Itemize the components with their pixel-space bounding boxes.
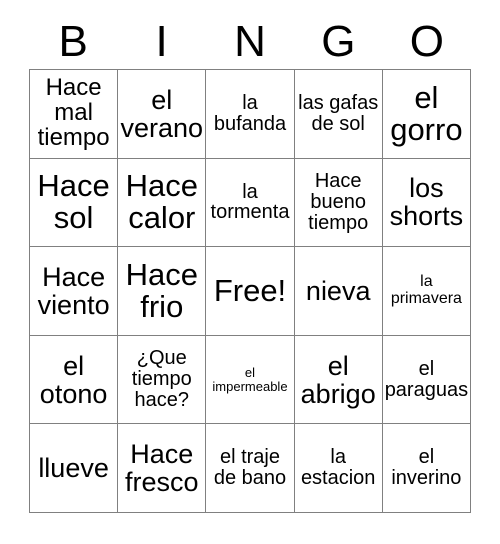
bingo-cell[interactable]: el abrigo xyxy=(294,335,383,425)
bingo-cell-label: el verano xyxy=(120,84,204,143)
bingo-free-space[interactable]: Free! xyxy=(206,247,295,336)
bingo-cell-label: ¿Que tiempo hace? xyxy=(131,347,192,411)
bingo-cell[interactable]: ¿Que tiempo hace? xyxy=(118,335,207,425)
header-letter-b: B xyxy=(58,16,88,66)
bingo-cell[interactable]: Hace mal tiempo xyxy=(30,70,119,159)
bingo-cell-label: los shorts xyxy=(389,173,464,232)
bingo-cell[interactable]: el gorro xyxy=(382,70,471,159)
bingo-cell[interactable]: nieva xyxy=(294,247,383,336)
bingo-cell[interactable]: Hace sol xyxy=(30,158,119,248)
bingo-card: B I N G O Hace mal tiempo el verano la buf… xyxy=(0,0,500,544)
bingo-cell-label: la tormenta xyxy=(210,180,290,224)
bingo-cell-label: Hace viento xyxy=(37,261,110,320)
bingo-cell[interactable]: el inverino xyxy=(382,424,471,513)
bingo-cell[interactable]: la bufanda xyxy=(206,70,295,159)
bingo-cell-label: el otono xyxy=(39,350,108,409)
bingo-cell[interactable]: el impermeable xyxy=(206,335,295,425)
bingo-cell-label: la primavera xyxy=(390,273,462,307)
bingo-cell[interactable]: Hace frio xyxy=(118,247,207,336)
bingo-cell-label: llueve xyxy=(38,453,109,484)
bingo-cell-label: la estacion xyxy=(300,446,376,490)
bingo-cell-label: el abrigo xyxy=(300,350,376,409)
bingo-cell[interactable]: las gafas de sol xyxy=(294,70,383,159)
bingo-cell-label: Free! xyxy=(213,272,287,308)
bingo-cell-label: nieva xyxy=(305,275,371,306)
bingo-cell[interactable]: el traje de bano xyxy=(206,424,295,513)
bingo-cell[interactable]: el paraguas xyxy=(382,335,471,425)
bingo-cell[interactable]: el verano xyxy=(118,70,207,159)
bingo-cell[interactable]: la primavera xyxy=(382,247,471,336)
bingo-cell-label: Hace mal tiempo xyxy=(37,74,110,152)
header-letter-n: N xyxy=(234,16,266,66)
bingo-cell-label: el paraguas xyxy=(384,357,469,401)
bingo-grid: Hace mal tiempo el verano la bufanda las ga… xyxy=(29,69,471,513)
bingo-cell-label: el impermeable xyxy=(212,365,288,394)
bingo-cell-label: el traje de bano xyxy=(213,446,287,490)
bingo-cell-label: el inverino xyxy=(391,446,462,490)
bingo-cell[interactable]: Hace viento xyxy=(30,247,119,336)
bingo-cell[interactable]: Hace calor xyxy=(118,158,207,248)
bingo-cell[interactable]: los shorts xyxy=(382,158,471,248)
header-letter-o: O xyxy=(409,16,444,66)
bingo-header-row: B I N G O xyxy=(29,14,471,69)
bingo-cell[interactable]: el otono xyxy=(30,335,119,425)
bingo-cell-label: Hace frio xyxy=(125,256,198,324)
bingo-cell-label: Hace bueno tiempo xyxy=(308,170,369,234)
header-letter-i: I xyxy=(155,16,168,66)
bingo-cell[interactable]: la estacion xyxy=(294,424,383,513)
bingo-cell-label: la bufanda xyxy=(213,92,287,135)
bingo-cell-label: Hace fresco xyxy=(125,439,199,498)
bingo-cell[interactable]: Hace bueno tiempo xyxy=(294,158,383,248)
bingo-cell-label: Hace calor xyxy=(125,168,198,236)
bingo-cell-label: Hace sol xyxy=(37,168,110,236)
bingo-cell[interactable]: Hace fresco xyxy=(118,424,207,513)
bingo-cell[interactable]: la tormenta xyxy=(206,158,295,248)
bingo-cell-label: el gorro xyxy=(390,79,463,147)
header-letter-g: G xyxy=(321,16,356,66)
bingo-cell[interactable]: llueve xyxy=(30,424,119,513)
bingo-cell-label: las gafas de sol xyxy=(298,92,379,135)
